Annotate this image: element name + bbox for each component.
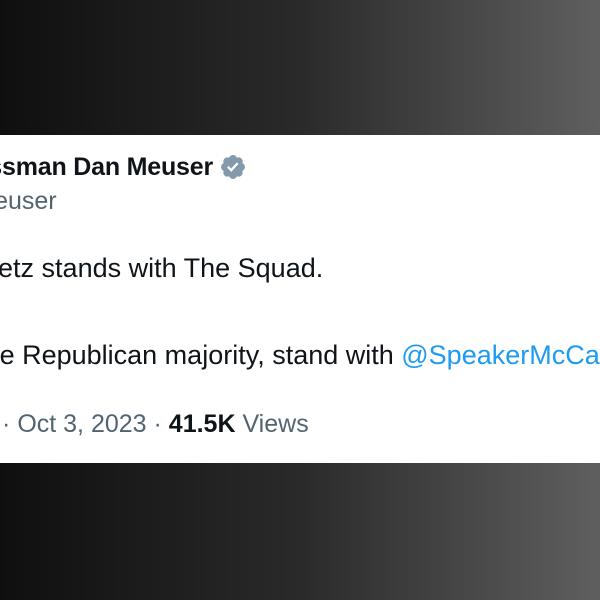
mention-link[interactable]: @SpeakerMcCarthy — [401, 340, 600, 370]
tweet-meta: 4:12 PM · Oct 3, 2023 · 41.5K Views — [0, 410, 309, 439]
author-handle[interactable]: @RepMeuser — [0, 187, 57, 216]
views-count: 41.5K — [168, 410, 236, 438]
verified-badge-icon — [221, 155, 245, 179]
tweet-timestamp[interactable]: 4:12 PM · Oct 3, 2023 — [0, 410, 147, 438]
tweet-card: Congressman Dan Meuser @RepMeuser Matt G… — [0, 135, 600, 463]
author-display-name[interactable]: Congressman Dan Meuser — [0, 153, 213, 182]
tweet-text-line-1: Matt Gaetz stands with The Squad. — [0, 253, 324, 283]
views-label: Views — [235, 410, 309, 438]
meta-separator: · — [146, 410, 169, 438]
tweet-text-line-2-prefix: I, and the Republican majority, stand wi… — [0, 340, 394, 370]
tweet-content: Congressman Dan Meuser @RepMeuser Matt G… — [0, 135, 600, 463]
author-row: Congressman Dan Meuser — [0, 151, 247, 183]
tweet-text-line-2: I, and the Republican majority, stand wi… — [0, 340, 600, 371]
